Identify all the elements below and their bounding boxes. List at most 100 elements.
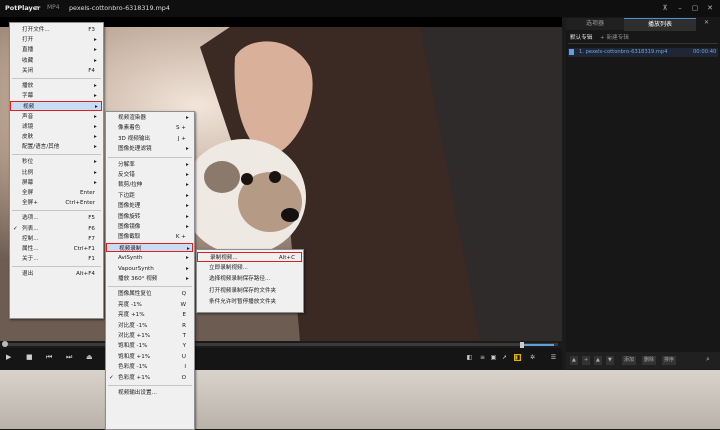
menu-item-24[interactable]: 属性... Ctrl+F1 bbox=[10, 244, 103, 254]
chevron-right-icon: ▸ bbox=[186, 224, 189, 230]
menu-item-4[interactable]: 图像处理滤镜 ▸ bbox=[106, 144, 194, 154]
menu-item-3[interactable]: 选择视频录制保存路径... bbox=[197, 274, 303, 285]
menu-item-24[interactable]: 饱和度 -1% Y bbox=[106, 341, 194, 351]
chevron-right-icon: ▸ bbox=[94, 159, 97, 166]
menu-item-4[interactable]: 打开视频录制保存的文件夹 bbox=[197, 286, 303, 297]
close-icon[interactable]: ✕ bbox=[705, 3, 715, 13]
menu-item-21[interactable]: 选项... F5 bbox=[10, 213, 103, 223]
menu-item-5[interactable]: 条件允许时暂停播放文件夹 bbox=[197, 297, 303, 308]
menu-item-18[interactable]: 全屏 Enter bbox=[10, 188, 103, 198]
menu-item-4[interactable]: 收藏 ▸ bbox=[10, 56, 103, 66]
close-panel-icon[interactable]: ✕ bbox=[704, 19, 709, 26]
equalizer-icon[interactable]: ≡ bbox=[479, 354, 486, 361]
menu-item-25[interactable]: 关于... F1 bbox=[10, 254, 103, 264]
menu-item-shortcut: R bbox=[182, 322, 186, 329]
tab-playlist[interactable]: 播放列表 bbox=[624, 18, 696, 31]
settings-gear-icon[interactable]: ✲ bbox=[529, 354, 536, 361]
chevron-down-icon[interactable]: ▾ bbox=[35, 4, 38, 11]
menu-item-2[interactable]: 立即录制视频... bbox=[197, 263, 303, 274]
menu-item-16[interactable]: 比例 ▸ bbox=[10, 168, 103, 178]
menu-item-19[interactable]: 全屏+ Ctrl+Enter bbox=[10, 198, 103, 208]
delete-button[interactable]: 删除 bbox=[642, 356, 657, 365]
menu-item-11[interactable]: 图像旋转 ▸ bbox=[106, 212, 194, 222]
menu-item-2[interactable]: 打开 ▸ bbox=[10, 35, 103, 45]
menu-item-10[interactable]: 声音 ▸ bbox=[10, 112, 103, 122]
seek-bar[interactable] bbox=[2, 343, 558, 346]
menu-item-21[interactable]: 亮度 +1% E bbox=[106, 310, 194, 320]
menu-item-1[interactable]: 视频渲染器 ▸ bbox=[106, 113, 194, 123]
menu-item-label: 全屏 bbox=[22, 190, 34, 196]
3d-icon[interactable]: ◧ bbox=[466, 354, 473, 361]
menu-item-12[interactable]: 图像镜像 ▸ bbox=[106, 222, 194, 232]
tab-chooser[interactable]: 选项器 bbox=[566, 18, 624, 30]
eject-icon[interactable]: ⏏ bbox=[86, 353, 93, 361]
stop-icon[interactable]: ■ bbox=[26, 353, 33, 361]
menu-item-shortcut: K + bbox=[175, 234, 186, 241]
menu-item-8[interactable]: 字幕 ▸ bbox=[10, 91, 103, 101]
play-icon[interactable]: ▶ bbox=[6, 353, 11, 361]
menu-item-15[interactable]: 秒位 ▸ bbox=[10, 157, 103, 167]
menu-item-20[interactable]: 亮度 -1% W bbox=[106, 300, 194, 310]
subtitle-icon[interactable]: ◨ bbox=[514, 354, 521, 361]
menu-item-3[interactable]: 3D 视频输出 J + bbox=[106, 134, 194, 144]
menu-item-7[interactable]: 播放 ▸ bbox=[10, 81, 103, 91]
menu-item-7[interactable]: 反交错 ▸ bbox=[106, 170, 194, 180]
menu-item-shortcut: E bbox=[182, 312, 186, 319]
move-up-button[interactable]: ▲ bbox=[594, 356, 602, 365]
add-icon[interactable]: + bbox=[582, 356, 591, 365]
menu-item-label: 3D 视频输出 bbox=[118, 135, 151, 142]
new-album-button[interactable]: + 新建专辑 bbox=[600, 33, 629, 41]
menu-item-27[interactable]: 退出 Alt+F4 bbox=[10, 269, 103, 279]
sort-button[interactable]: 排序 bbox=[662, 356, 677, 365]
restore-icon[interactable]: ▢ bbox=[690, 3, 700, 13]
menu-item-26[interactable]: 色彩度 -1% I bbox=[106, 362, 194, 372]
capture-icon[interactable]: ▣ bbox=[490, 354, 497, 361]
menu-item-23[interactable]: 控制... F7 bbox=[10, 234, 103, 244]
menu-item-17[interactable]: 屏幕 ▸ bbox=[10, 178, 103, 188]
next-icon[interactable]: ⏭ bbox=[66, 353, 72, 362]
menu-item-16[interactable]: VapourSynth ▸ bbox=[106, 264, 194, 274]
playlist-item[interactable]: 1. pexels-cottonbro-6318319.mp4 00:00:40 bbox=[568, 48, 718, 57]
menu-item-1[interactable]: 录制视频... Alt+C bbox=[197, 252, 302, 263]
menu-item-15[interactable]: AviSynth ▸ bbox=[106, 253, 194, 263]
move-up-icon[interactable]: ▲ bbox=[570, 356, 578, 365]
menu-item-shortcut: S + bbox=[175, 125, 186, 132]
menu-item-1[interactable]: 打开文件... F3 bbox=[10, 25, 103, 35]
menu-item-22[interactable]: ✓ 列表... F6 bbox=[10, 224, 103, 234]
menu-item-5[interactable]: 关闭 F4 bbox=[10, 66, 103, 76]
menu-item-2[interactable]: 像素着色 S + bbox=[106, 123, 194, 133]
menu-item-14[interactable]: 视频录制 ▸ bbox=[106, 242, 193, 253]
cursor-icon[interactable]: ➚ bbox=[501, 354, 508, 361]
move-down-button[interactable]: ▼ bbox=[606, 356, 614, 365]
menu-item-13[interactable]: 图像截取 K + bbox=[106, 232, 194, 242]
menu-item-shortcut: F5 bbox=[88, 215, 95, 222]
pin-icon[interactable]: ⊼ bbox=[660, 3, 670, 13]
minimize-icon[interactable]: – bbox=[675, 3, 685, 13]
add-button[interactable]: 添加 bbox=[622, 356, 637, 365]
menu-item-9[interactable]: 视频 ▸ bbox=[10, 101, 102, 111]
search-icon[interactable]: ⌕ bbox=[706, 355, 710, 364]
volume-slider[interactable] bbox=[522, 344, 554, 346]
menu-item-6[interactable]: 分解率 ▸ bbox=[106, 160, 194, 170]
menu-item-label: 饱和度 -1% bbox=[118, 343, 148, 350]
menu-item-25[interactable]: 饱和度 +1% U bbox=[106, 352, 194, 362]
menu-item-9[interactable]: 下边距 ▸ bbox=[106, 191, 194, 201]
menu-item-23[interactable]: 对比度 +1% T bbox=[106, 331, 194, 341]
menu-item-11[interactable]: 滤镜 ▸ bbox=[10, 122, 103, 132]
menu-item-8[interactable]: 裁剪/拉伸 ▸ bbox=[106, 180, 194, 190]
seek-handle[interactable] bbox=[2, 341, 8, 347]
menu-item-29[interactable]: 视频输出设置... bbox=[106, 388, 194, 398]
album-default-tab[interactable]: 默认专辑 bbox=[570, 33, 592, 41]
playlist-toolbar: ▲ + ▲ ▼ 添加 删除 排序 ⌕ bbox=[566, 352, 720, 369]
menu-item-3[interactable]: 直播 ▸ bbox=[10, 45, 103, 55]
menu-icon[interactable]: ☰ bbox=[550, 354, 557, 361]
menu-item-27[interactable]: ✓ 色彩度 +1% O bbox=[106, 373, 194, 383]
menu-item-13[interactable]: 配置/语言/其他 ▸ bbox=[10, 142, 103, 152]
chevron-right-icon: ▸ bbox=[186, 182, 189, 189]
menu-item-19[interactable]: 图像属性复位 Q bbox=[106, 289, 194, 299]
menu-item-12[interactable]: 皮肤 ▸ bbox=[10, 132, 103, 142]
menu-item-22[interactable]: 对比度 -1% R bbox=[106, 321, 194, 331]
menu-item-17[interactable]: 播放 360° 视频 ▸ bbox=[106, 274, 194, 284]
menu-item-10[interactable]: 图像处理 ▸ bbox=[106, 201, 194, 211]
previous-icon[interactable]: ⏮ bbox=[46, 353, 52, 362]
